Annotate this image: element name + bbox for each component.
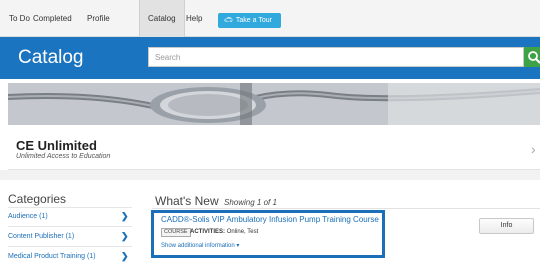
take-a-tour-button[interactable]: 🚗︎ Take a Tour (218, 13, 281, 28)
car-icon: 🚗︎ (224, 17, 233, 24)
banner-image (8, 83, 540, 125)
program-title: CE Unlimited (16, 138, 97, 153)
nav-catalog[interactable]: Catalog (139, 0, 185, 37)
search-icon (528, 51, 540, 64)
program-subtitle: Unlimited Access to Education (16, 153, 111, 160)
tour-label: Take a Tour (235, 17, 272, 24)
result-count: Showing 1 of 1 (223, 198, 277, 207)
sidebar-item-label: Medical Product Training (1) (8, 253, 96, 260)
divider (8, 246, 132, 247)
chevron-right-icon: ❯ (121, 211, 129, 221)
divider (8, 226, 132, 227)
whats-new-title: What's New (155, 194, 219, 208)
section-divider (0, 170, 540, 180)
info-button[interactable]: Info (479, 218, 534, 234)
activities-value: Online, Test (226, 229, 259, 235)
search-button[interactable] (524, 47, 540, 67)
sidebar-item-label: Content Publisher (1) (8, 233, 75, 240)
whats-new-heading: What's New Showing 1 of 1 (155, 194, 277, 208)
sidebar-item-medical-product-training[interactable]: Medical Product Training (1) ❯ (8, 248, 132, 265)
sidebar-item-audience[interactable]: Audience (1) ❯ (8, 208, 132, 225)
nav-help[interactable]: Help (186, 0, 202, 37)
chevron-right-icon: ❯ (121, 231, 129, 241)
chevron-right-icon[interactable]: › (531, 141, 536, 157)
nav-completed[interactable]: Completed (33, 0, 72, 37)
course-activities: ACTIVITIES: Online, Test (190, 228, 258, 237)
divider (152, 208, 540, 209)
activities-label: ACTIVITIES: (190, 229, 226, 235)
categories-heading: Categories (8, 192, 67, 206)
course-type-badge: COURSE (161, 228, 191, 237)
sidebar-item-label: Audience (1) (8, 213, 48, 220)
top-nav: To Do Completed Profile Catalog Help 🚗︎ T… (0, 0, 540, 37)
show-additional-info-link[interactable]: Show additional information ▾ (161, 242, 239, 249)
sidebar-item-content-publisher[interactable]: Content Publisher (1) ❯ (8, 228, 132, 245)
chevron-right-icon: ❯ (121, 251, 129, 261)
nav-todo[interactable]: To Do (9, 0, 30, 37)
nav-profile[interactable]: Profile (87, 0, 110, 37)
page-title: Catalog (18, 47, 84, 68)
course-title-link[interactable]: CADD®-Solis VIP Ambulatory Infusion Pump… (161, 215, 379, 224)
search-input[interactable] (148, 47, 524, 67)
